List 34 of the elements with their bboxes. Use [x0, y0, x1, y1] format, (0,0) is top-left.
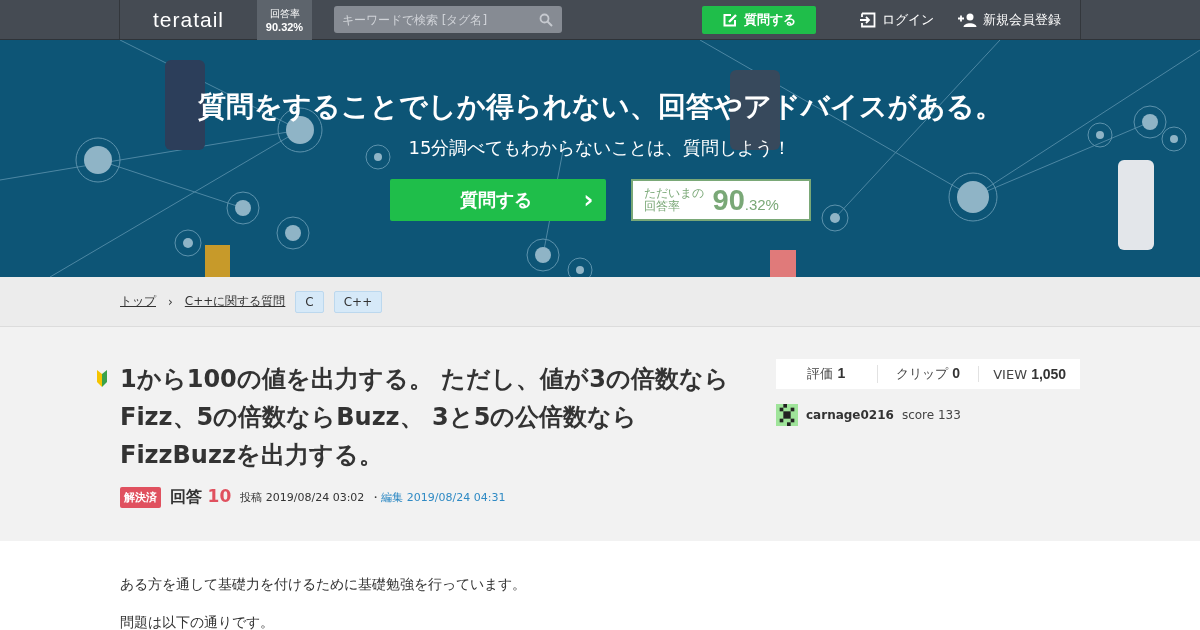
body-paragraph: ある方を通して基礎力を付けるために基礎勉強を行っています。 — [120, 575, 527, 594]
answer-rate-value: 90.32% — [712, 183, 779, 217]
login-link[interactable]: ログイン — [860, 10, 934, 29]
separator-dot: ・ — [370, 489, 382, 505]
user-avatar-icon — [776, 404, 798, 426]
edit-icon — [722, 12, 738, 27]
solved-badge: 解決済 — [120, 486, 161, 508]
logo[interactable]: teratail — [120, 7, 257, 32]
login-icon — [860, 11, 876, 28]
answer-rate-label: 回答率 — [269, 6, 300, 21]
username-link[interactable]: carnage0216 — [806, 408, 894, 422]
body-paragraph: 問題は以下の通りです。 — [120, 613, 275, 630]
user-score: score 133 — [901, 408, 961, 422]
hero-headline: 質問をすることでしか得られない、回答やアドバイスがある。 — [197, 89, 1003, 125]
tag-chip[interactable]: C — [295, 290, 324, 313]
hero-subheading: 15分調べてもわからないことは、質問しよう！ — [408, 136, 792, 160]
signup-link[interactable]: 新規会員登録 — [958, 10, 1061, 29]
answer-rate-label: ただいまの 回答率 — [643, 187, 704, 213]
question-title: 1から100の値を出力する。 ただし、値が3の倍数ならFizz、5の倍数ならBuzz、 3と5の公倍数ならFizzBuzzを出力する。 — [120, 364, 730, 471]
stat-item: 評価 1 — [806, 365, 847, 383]
search-field[interactable]: キーワードで検索 [タグ名] — [334, 6, 562, 33]
posted-date: 投稿 2019/08/24 03:02 — [240, 489, 365, 505]
stat-item: VIEW 1,050 — [978, 366, 1080, 382]
breadcrumb-separator: › — [168, 294, 173, 309]
beginner-mark-icon — [96, 370, 108, 387]
tag-chip[interactable]: C++ — [333, 290, 383, 313]
edited-date-link[interactable]: 編集 2019/08/24 04:31 — [381, 489, 506, 505]
breadcrumb-link[interactable]: トップ — [120, 293, 156, 310]
answer-rate-value: 90.32% — [265, 20, 304, 33]
breadcrumb-link[interactable]: C++に関する質問 — [184, 293, 286, 310]
add-user-icon — [958, 12, 977, 27]
search-icon — [539, 13, 553, 27]
answer-count: 回答 10 — [170, 486, 232, 508]
stat-item: クリップ 0 — [876, 365, 979, 383]
